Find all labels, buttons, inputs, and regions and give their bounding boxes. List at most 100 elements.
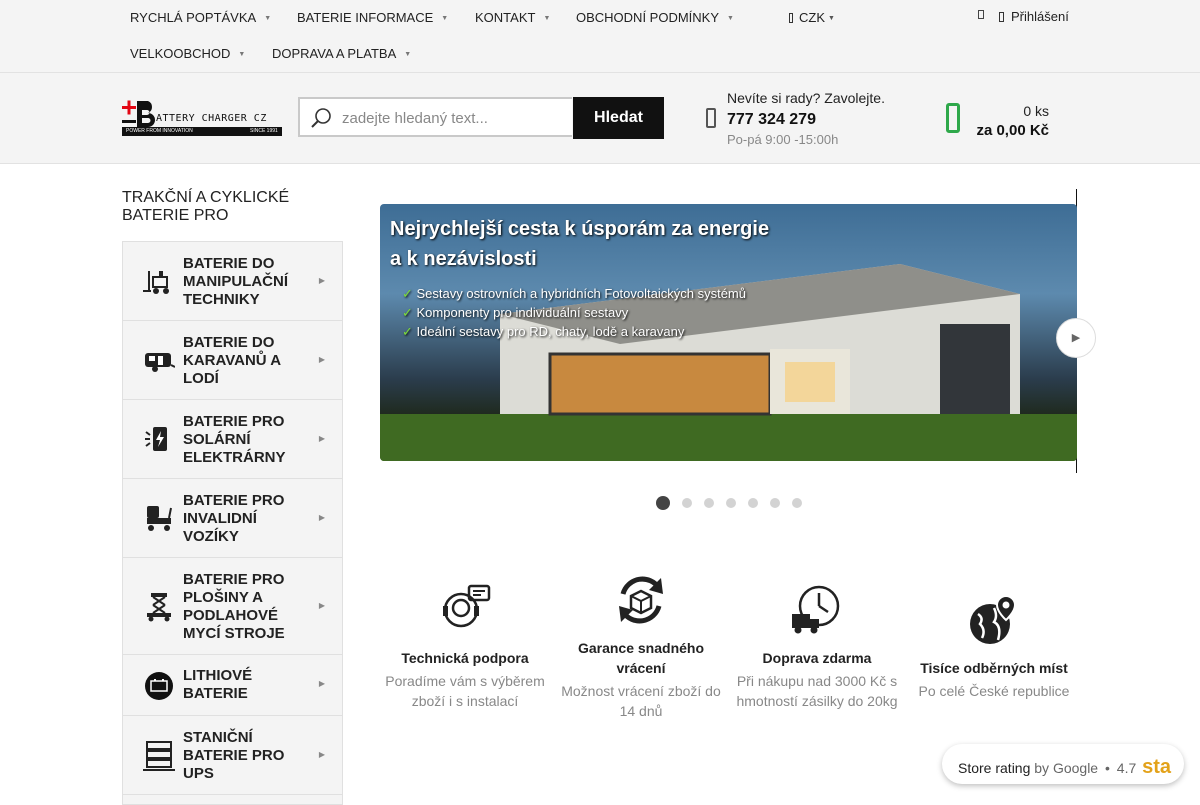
rating-stars: sta	[1142, 756, 1172, 778]
nav-item-quick-inquiry[interactable]: RYCHLÁ POPTÁVKA ▼	[130, 10, 271, 25]
chevron-right-icon: ▶	[318, 276, 325, 285]
nav-item-label: DOPRAVA A PLATBA	[272, 46, 397, 61]
header: ATTERY CHARGER CZ POWER FROM INNOVATION …	[0, 73, 1200, 164]
sidebar-title: TRAKČNÍ A CYKLICKÉ BATERIE PRO	[122, 189, 290, 224]
slider-dot[interactable]	[748, 498, 758, 508]
sidebar-item-lithium[interactable]: LITHIOVÉ BATERIE ▶	[123, 655, 342, 716]
chevron-right-icon: ▶	[1071, 332, 1081, 344]
chevron-right-icon: ▶	[318, 434, 325, 443]
chevron-right-icon: ▶	[318, 679, 325, 688]
wishlist-icon[interactable]	[978, 10, 984, 19]
cart-summary[interactable]: 0 ks za 0,00 Kč	[976, 103, 1049, 139]
nav-item-label: KONTAKT	[475, 10, 536, 25]
sidebar-item-solar[interactable]: BATERIE PRO SOLÁRNÍ ELEKTRÁRNY ▶	[123, 400, 342, 479]
banner-slider[interactable]: Nejrychlejší cesta k úsporám za energie …	[380, 204, 1077, 461]
feature-free-shipping: Doprava zdarma Při nákupu nad 3000 Kč s …	[732, 584, 902, 711]
chevron-down-icon: ▼	[441, 15, 449, 22]
feature-returns: Garance snadného vrácení Možnost vrácení…	[556, 574, 726, 721]
slider-bullet: ✓ Sestavy ostrovních a hybridních Fotovo…	[402, 286, 746, 302]
forklift-icon	[143, 271, 169, 294]
delivery-truck-clock-icon	[792, 585, 840, 634]
sidebar-item-label: BATERIE PRO PLOŠINY A PODLAHOVÉ MYCÍ STR…	[183, 571, 285, 642]
slider-dot[interactable]	[682, 498, 692, 508]
cart-icon[interactable]	[946, 103, 960, 133]
chevron-down-icon: ▼	[238, 51, 246, 58]
logo-since: SINCE 1991	[250, 128, 278, 134]
lithium-battery-icon	[145, 672, 173, 700]
feature-title: Doprava zdarma	[762, 650, 872, 666]
feature-title: Technická podpora	[401, 650, 529, 666]
nav-item-wholesale[interactable]: VELKOOBCHOD ▼	[130, 46, 245, 61]
cart-count: 0 ks	[1023, 103, 1049, 119]
nav-item-contact[interactable]: KONTAKT ▼	[475, 10, 550, 25]
login-label: Přihlášení	[1011, 9, 1069, 24]
search-icon	[311, 108, 331, 128]
currency-icon	[789, 13, 793, 23]
sidebar-item-next[interactable]	[123, 795, 342, 805]
feature-title: Tisíce odběrných míst	[920, 660, 1068, 676]
chevron-down-icon: ▼	[543, 15, 551, 22]
ups-battery-icon	[143, 741, 175, 771]
nav-item-label: OBCHODNÍ PODMÍNKY	[576, 10, 720, 25]
support-headset-icon	[443, 584, 491, 628]
sidebar-item-label: BATERIE PRO SOLÁRNÍ ELEKTRÁRNY	[183, 413, 286, 466]
feature-desc: Při nákupu nad 3000 Kč s hmotností zásil…	[736, 673, 898, 709]
phone-contact: Nevíte si rady? Zavolejte. 777 324 279 P…	[706, 90, 885, 147]
rating-score: 4.7	[1116, 760, 1137, 776]
slider-dot[interactable]	[704, 498, 714, 508]
rating-by: by Google	[1034, 760, 1099, 776]
nav-item-label: BATERIE INFORMACE	[297, 10, 434, 25]
chevron-right-icon: ▶	[318, 513, 325, 522]
sidebar-item-platform[interactable]: BATERIE PRO PLOŠINY A PODLAHOVÉ MYCÍ STR…	[123, 558, 342, 655]
phone-hours: Po-pá 9:00 -15:00h	[727, 132, 839, 147]
slider-dot[interactable]	[770, 498, 780, 508]
phone-icon	[706, 108, 716, 128]
chevron-down-icon: ▼	[727, 15, 734, 22]
cart-total: za 0,00 Kč	[976, 122, 1049, 139]
nav-item-battery-info[interactable]: BATERIE INFORMACE ▼	[297, 10, 448, 25]
chevron-right-icon: ▶	[318, 750, 325, 759]
slider-bullet-text: Komponenty pro individuální sestavy	[416, 305, 629, 320]
slider-next-button[interactable]: ▶	[1056, 318, 1096, 358]
chevron-down-icon: ▼	[404, 51, 412, 58]
slider-dot[interactable]	[656, 496, 670, 510]
nav-item-terms[interactable]: OBCHODNÍ PODMÍNKY ▼	[576, 10, 734, 25]
feature-desc: Poradíme vám s výběrem zboží i s instala…	[385, 673, 545, 709]
slider-bullet-text: Ideální sestavy pro RD, chaty, lodě a ka…	[416, 324, 685, 339]
category-sidebar: BATERIE DO MANIPULAČNÍ TECHNIKY ▶ BATERI…	[122, 241, 343, 805]
phone-number[interactable]: 777 324 279	[727, 111, 885, 129]
sidebar-item-wheelchair[interactable]: BATERIE PRO INVALIDNÍ VOZÍKY ▶	[123, 479, 342, 558]
slider-heading: Nejrychlejší cesta k úsporám za energie	[390, 218, 770, 240]
globe-pin-icon	[970, 594, 1017, 644]
sidebar-item-label: STANIČNÍ BATERIE PRO UPS	[183, 729, 285, 782]
slider-bullet-text: Sestavy ostrovních a hybridních Fotovolt…	[416, 286, 746, 301]
sidebar-item-label: BATERIE DO KARAVANŮ A LODÍ	[183, 334, 281, 387]
search-input[interactable]	[340, 99, 569, 137]
sidebar-item-label: LITHIOVÉ BATERIE	[183, 667, 253, 702]
caravan-icon	[145, 353, 175, 372]
chevron-down-icon: ▼	[264, 15, 272, 22]
slider-dot[interactable]	[792, 498, 802, 508]
login-link[interactable]: Přihlášení	[999, 9, 1069, 24]
sidebar-item-forklift[interactable]: BATERIE DO MANIPULAČNÍ TECHNIKY ▶	[123, 242, 342, 321]
rating-text: Store rating by Google • 4.7 sta	[958, 756, 1171, 779]
nav-item-shipping-payment[interactable]: DOPRAVA A PLATBA ▼	[272, 46, 411, 61]
check-icon: ✓	[402, 305, 417, 320]
currency-label: CZK	[799, 10, 825, 25]
currency-selector[interactable]: CZK ▼	[789, 10, 835, 25]
phone-prompt: Nevíte si rady? Zavolejte.	[727, 90, 885, 106]
check-icon: ✓	[402, 324, 417, 339]
solar-battery-icon	[145, 427, 167, 451]
slider-dot[interactable]	[726, 498, 736, 508]
rating-label: Store rating	[958, 760, 1031, 776]
feature-pickup-points: Tisíce odběrných míst Po celé České repu…	[909, 594, 1079, 701]
slider-bullet: ✓ Ideální sestavy pro RD, chaty, lodě a …	[402, 324, 684, 340]
feature-desc: Po celé České republice	[918, 683, 1070, 699]
search-button[interactable]: Hledat	[573, 97, 664, 139]
slider-bullet: ✓ Komponenty pro individuální sestavy	[402, 305, 628, 321]
logo[interactable]: ATTERY CHARGER CZ POWER FROM INNOVATION …	[122, 100, 282, 136]
feature-desc: Možnost vrácení zboží do 14 dnů	[561, 683, 721, 719]
sidebar-item-ups[interactable]: STANIČNÍ BATERIE PRO UPS ▶	[123, 716, 342, 795]
google-store-rating-badge[interactable]: Store rating by Google • 4.7 sta	[942, 744, 1184, 784]
sidebar-item-caravan[interactable]: BATERIE DO KARAVANŮ A LODÍ ▶	[123, 321, 342, 400]
